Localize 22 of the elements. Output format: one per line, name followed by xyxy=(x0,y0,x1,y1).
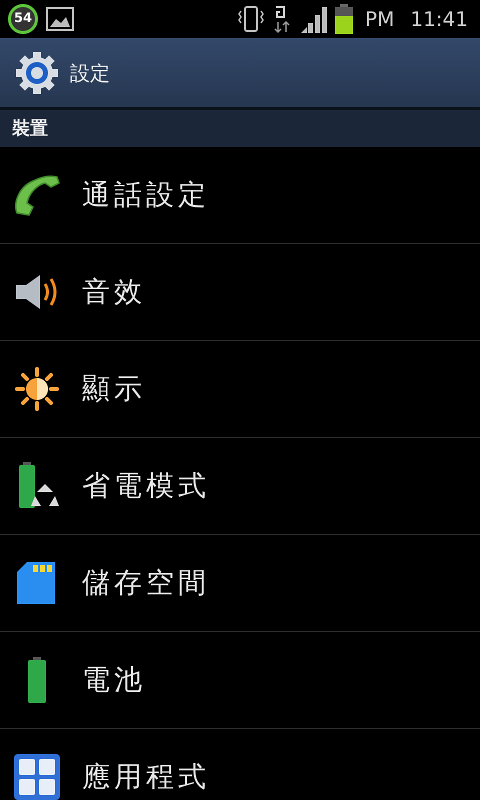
sun-icon xyxy=(14,366,60,412)
clock-text: 11:41 xyxy=(410,6,468,33)
settings-item[interactable]: 顯示 xyxy=(0,341,480,438)
settings-item[interactable]: 通話設定 xyxy=(0,147,480,244)
image-icon xyxy=(46,7,74,31)
gear-icon xyxy=(16,52,58,94)
settings-item[interactable]: 儲存空間 xyxy=(0,535,480,632)
settings-item[interactable]: 省電模式 xyxy=(0,438,480,535)
ampm-text: PM xyxy=(365,6,394,33)
battery-icon xyxy=(27,657,47,703)
settings-item[interactable]: 應用程式 xyxy=(0,729,480,800)
settings-item[interactable]: 音效 xyxy=(0,244,480,341)
signal-icon xyxy=(299,5,328,33)
section-title: 裝置 xyxy=(12,117,48,141)
screen-title: 設定 xyxy=(70,60,110,86)
vibrate-icon xyxy=(237,5,266,33)
data-arrows-icon xyxy=(273,4,292,34)
app-grid-icon xyxy=(14,754,60,800)
battery-icon xyxy=(335,4,354,34)
phone-handset-icon xyxy=(13,173,61,217)
notification-badge: 54 xyxy=(8,4,38,34)
settings-item[interactable]: 電池 xyxy=(0,632,480,729)
